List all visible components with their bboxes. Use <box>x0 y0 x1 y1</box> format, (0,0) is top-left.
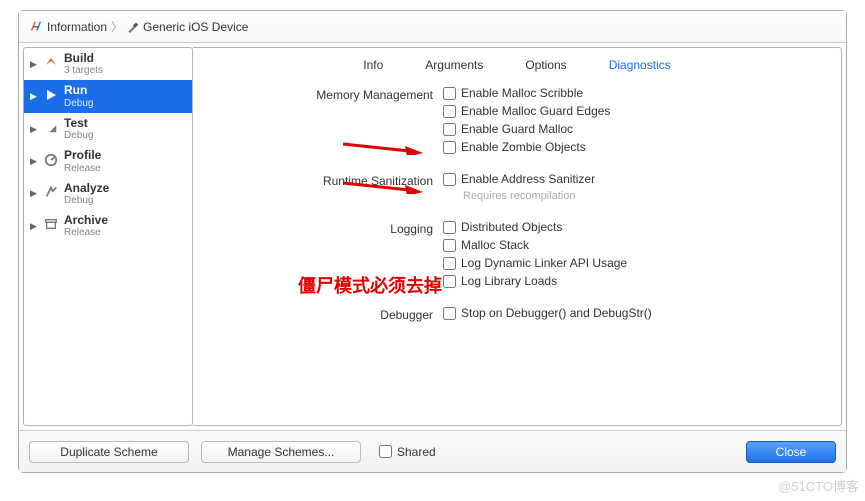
checkbox-guard-malloc[interactable]: Enable Guard Malloc <box>443 122 821 136</box>
checkbox-malloc-scribble[interactable]: Enable Malloc Scribble <box>443 86 821 100</box>
sidebar-item-subtitle: Release <box>64 163 101 175</box>
disclosure-triangle-icon[interactable]: ▶ <box>30 59 38 70</box>
chevron-right-icon: 〉 <box>111 18 123 35</box>
build-icon <box>42 55 60 74</box>
xcode-icon <box>29 20 43 34</box>
logging-label: Logging <box>213 220 443 236</box>
checkbox-malloc-guard-edges[interactable]: Enable Malloc Guard Edges <box>443 104 821 118</box>
scheme-sidebar: ▶ Build 3 targets ▶ Run Debug <box>23 47 193 426</box>
checkbox-distributed-objects[interactable]: Distributed Objects <box>443 220 821 234</box>
watermark: @51CTO博客 <box>778 476 859 495</box>
breadcrumb: Information 〉 Generic iOS Device <box>19 11 846 43</box>
checkbox-dynamic-linker[interactable]: Log Dynamic Linker API Usage <box>443 256 821 270</box>
sidebar-item-label: Archive <box>64 213 108 227</box>
runtime-sanitization-label: Runtime Sanitization <box>213 172 443 188</box>
sidebar-item-test[interactable]: ▶ Test Debug <box>24 113 192 145</box>
checkbox-library-loads[interactable]: Log Library Loads <box>443 274 821 288</box>
sidebar-item-label: Analyze <box>64 181 109 195</box>
sidebar-item-subtitle: Debug <box>64 98 93 110</box>
debugger-label: Debugger <box>213 306 443 322</box>
sidebar-item-profile[interactable]: ▶ Profile Release <box>24 145 192 177</box>
test-icon <box>42 120 60 137</box>
annotation-text: 僵尸模式必须去掉 <box>298 272 442 298</box>
hammer-icon <box>127 21 139 33</box>
breadcrumb-item-device[interactable]: Generic iOS Device <box>143 20 248 34</box>
sidebar-item-build[interactable]: ▶ Build 3 targets <box>24 48 192 80</box>
manage-schemes-button[interactable]: Manage Schemes... <box>201 441 361 463</box>
analyze-icon <box>42 185 60 202</box>
sidebar-item-analyze[interactable]: ▶ Analyze Debug <box>24 178 192 210</box>
disclosure-triangle-icon[interactable]: ▶ <box>30 188 38 199</box>
sidebar-item-subtitle: Release <box>64 227 108 239</box>
disclosure-triangle-icon[interactable]: ▶ <box>30 156 38 167</box>
sidebar-item-label: Run <box>64 83 93 97</box>
recompilation-note: Requires recompilation <box>443 190 821 202</box>
checkbox-address-sanitizer[interactable]: Enable Address Sanitizer <box>443 172 821 186</box>
shared-checkbox[interactable]: Shared <box>379 445 436 459</box>
disclosure-triangle-icon[interactable]: ▶ <box>30 221 38 232</box>
sidebar-item-label: Test <box>64 116 93 130</box>
breadcrumb-item-information[interactable]: Information <box>47 20 107 34</box>
sidebar-item-label: Build <box>64 51 103 65</box>
bottom-bar: Duplicate Scheme Manage Schemes... Share… <box>19 430 846 472</box>
duplicate-scheme-button[interactable]: Duplicate Scheme <box>29 441 189 463</box>
sidebar-item-run[interactable]: ▶ Run Debug <box>24 80 192 112</box>
sidebar-item-label: Profile <box>64 148 101 162</box>
tab-arguments[interactable]: Arguments <box>419 56 489 74</box>
sidebar-item-subtitle: Debug <box>64 130 93 142</box>
profile-icon <box>42 153 60 170</box>
sidebar-item-archive[interactable]: ▶ Archive Release <box>24 210 192 242</box>
tab-diagnostics[interactable]: Diagnostics <box>603 56 677 74</box>
checkbox-malloc-stack[interactable]: Malloc Stack <box>443 238 821 252</box>
tab-bar: Info Arguments Options Diagnostics <box>213 56 821 74</box>
checkbox-zombie-objects[interactable]: Enable Zombie Objects <box>443 140 821 154</box>
run-icon <box>42 87 60 106</box>
tab-options[interactable]: Options <box>519 56 572 74</box>
sidebar-item-subtitle: Debug <box>64 195 109 207</box>
sidebar-item-subtitle: 3 targets <box>64 65 103 77</box>
archive-icon <box>42 217 60 234</box>
checkbox-stop-on-debugger[interactable]: Stop on Debugger() and DebugStr() <box>443 306 821 320</box>
tab-info[interactable]: Info <box>357 56 389 74</box>
close-button[interactable]: Close <box>746 441 836 463</box>
disclosure-triangle-icon[interactable]: ▶ <box>30 124 38 135</box>
disclosure-triangle-icon[interactable]: ▶ <box>30 91 38 102</box>
memory-management-label: Memory Management <box>213 86 443 102</box>
